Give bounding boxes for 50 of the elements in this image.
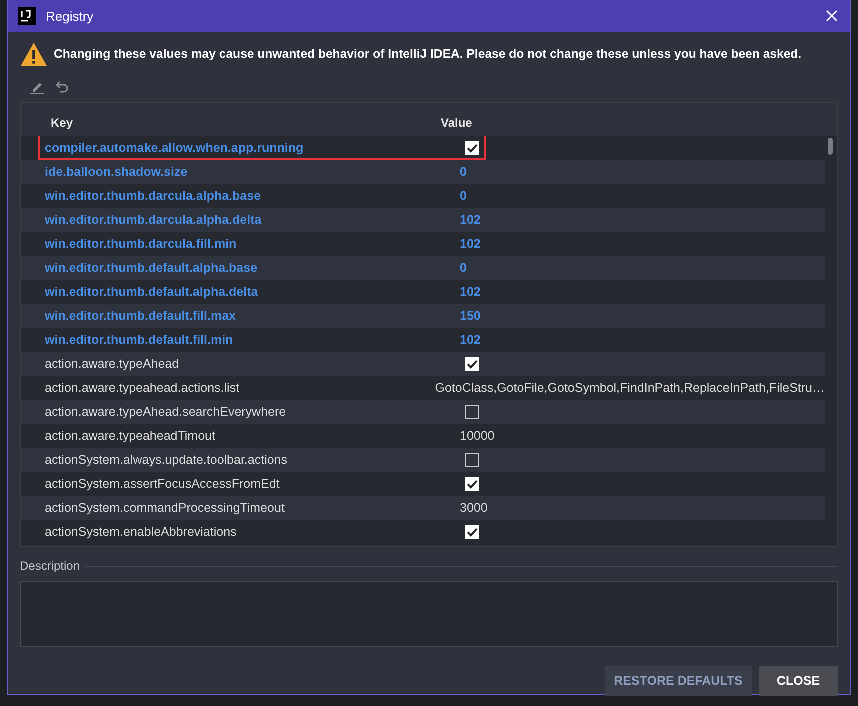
registry-value: 102 — [460, 237, 481, 251]
registry-key: action.aware.typeahead.actions.list — [21, 381, 412, 395]
registry-value: 150 — [460, 309, 481, 323]
app-logo-icon — [18, 7, 36, 25]
registry-key: win.editor.thumb.default.fill.min — [21, 333, 436, 347]
registry-key: win.editor.thumb.darcula.fill.min — [21, 237, 436, 251]
registry-value: 0 — [460, 165, 467, 179]
table-row[interactable]: actionSystem.always.update.toolbar.actions — [21, 448, 825, 472]
registry-key: win.editor.thumb.default.alpha.base — [21, 261, 436, 275]
registry-key: win.editor.thumb.darcula.alpha.base — [21, 189, 436, 203]
registry-key: actionSystem.assertFocusAccessFromEdt — [21, 477, 436, 491]
table-row[interactable]: win.editor.thumb.default.fill.max 150 — [21, 304, 825, 328]
registry-key: action.aware.typeAhead — [21, 357, 436, 371]
warning-icon — [20, 42, 48, 66]
registry-key: win.editor.thumb.darcula.alpha.delta — [21, 213, 436, 227]
column-header[interactable]: Value — [441, 116, 472, 130]
registry-value: GotoClass,GotoFile,GotoSymbol,FindInPath,ReplaceInPath,FileStru… — [435, 381, 825, 395]
table-row[interactable]: actionSystem.commandProcessingTimeout 3000 — [21, 496, 825, 520]
window-title: Registry — [46, 8, 95, 24]
registry-key: actionSystem.enableAbbreviations — [21, 525, 436, 539]
description-label: Description — [20, 559, 80, 573]
close-icon[interactable] — [826, 10, 838, 22]
scrollbar-thumb[interactable] — [828, 138, 833, 155]
registry-value: 102 — [460, 333, 481, 347]
column-header[interactable]: Key — [51, 116, 441, 130]
registry-value: 10000 — [460, 429, 495, 443]
dialog-button[interactable]: CLOSE — [759, 666, 838, 696]
registry-value: 0 — [460, 189, 467, 203]
dialog-button[interactable]: RESTORE DEFAULTS — [605, 666, 752, 696]
warning-message: Changing these values may cause unwanted behavior of IntelliJ IDEA. Please do not change these unless you have been asked. — [54, 47, 802, 61]
table-row[interactable]: win.editor.thumb.default.alpha.base 0 — [21, 256, 825, 280]
registry-key: actionSystem.commandProcessingTimeout — [21, 501, 436, 515]
registry-value: 102 — [460, 285, 481, 299]
registry-key: action.aware.typeAhead.searchEverywhere — [21, 405, 436, 419]
registry-value: 102 — [460, 213, 481, 227]
table-row[interactable]: action.aware.typeAhead.searchEverywhere — [21, 400, 825, 424]
registry-key: ide.balloon.shadow.size — [21, 165, 436, 179]
table-row[interactable]: win.editor.thumb.darcula.alpha.delta 102 — [21, 208, 825, 232]
table-row[interactable]: action.aware.typeAhead — [21, 352, 825, 376]
registry-key: win.editor.thumb.default.fill.max — [21, 309, 436, 323]
table-row[interactable]: ide.balloon.shadow.size 0 — [21, 160, 825, 184]
registry-key: win.editor.thumb.default.alpha.delta — [21, 285, 436, 299]
checkbox[interactable] — [465, 405, 479, 419]
registry-value: 3000 — [460, 501, 488, 515]
registry-key: compiler.automake.allow.when.app.running — [21, 141, 436, 155]
undo-icon[interactable] — [55, 80, 69, 94]
registry-value: 0 — [460, 261, 467, 275]
registry-key: actionSystem.always.update.toolbar.actions — [21, 453, 436, 467]
checkbox[interactable] — [465, 453, 479, 467]
registry-key: action.aware.typeaheadTimout — [21, 429, 436, 443]
